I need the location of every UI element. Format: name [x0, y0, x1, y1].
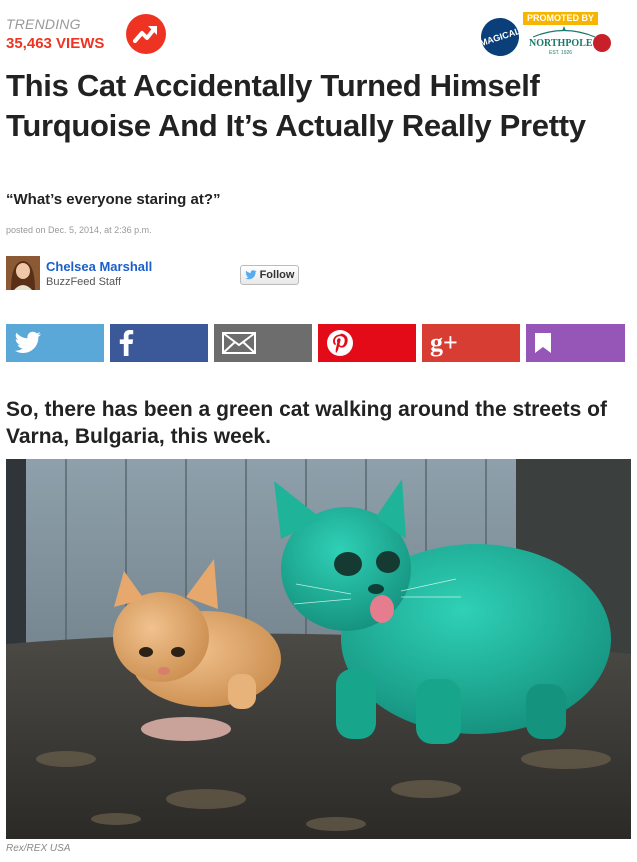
northpole-brand: NORTHPOLE [529, 38, 593, 49]
twitter-bird-icon [244, 270, 257, 280]
seal-icon [593, 34, 611, 52]
trending-arrow-icon[interactable] [126, 14, 166, 54]
trending-bar: TRENDING 35,463 VIEWS MAGICAL PROMOTED B… [6, 12, 631, 61]
image-credit: Rex/REX USA [6, 843, 71, 854]
facebook-f-icon [119, 330, 134, 356]
facebook-share-button[interactable] [110, 324, 208, 362]
northpole-est: EST. 1926 [549, 50, 573, 56]
google-plus-icon: g+ [430, 328, 458, 357]
article-lead-paragraph: So, there has been a green cat walking a… [6, 398, 607, 448]
bookmark-icon [535, 333, 551, 353]
promoted-by-label: PROMOTED BY [523, 12, 599, 25]
promoted-by-block[interactable]: MAGICAL PROMOTED BY NORTHPOLE EST. 1926 [476, 12, 621, 61]
pinterest-p-icon [327, 330, 353, 356]
google-plus-share-button[interactable]: g+ [422, 324, 520, 362]
trending-info: TRENDING 35,463 VIEWS [6, 16, 104, 54]
pinterest-share-button[interactable] [318, 324, 416, 362]
email-share-button[interactable] [214, 324, 312, 362]
twitter-share-button[interactable] [6, 324, 104, 362]
article-title: This Cat Accidentally Turned Himself Tur… [6, 68, 586, 143]
northpole-logo: NORTHPOLE EST. 1926 [523, 26, 611, 56]
author-name[interactable]: Chelsea Marshall [46, 259, 152, 274]
envelope-icon [222, 332, 256, 354]
magical-badge: MAGICAL [476, 13, 524, 61]
article-dek: “What’s everyone staring at?” [6, 191, 221, 208]
share-bar: g+ [6, 324, 625, 362]
follow-label: Follow [259, 269, 295, 281]
posted-date: posted on Dec. 5, 2014, at 2:36 p.m. [6, 225, 152, 235]
view-count: 35,463 VIEWS [6, 35, 105, 52]
bookmark-button[interactable] [526, 324, 625, 362]
author-role: BuzzFeed Staff [46, 276, 122, 288]
trending-label: TRENDING [6, 16, 81, 32]
avatar[interactable] [6, 256, 40, 290]
twitter-follow-button[interactable]: Follow [240, 265, 299, 285]
twitter-bird-icon [14, 331, 42, 354]
green-cat-photo[interactable] [6, 459, 631, 839]
